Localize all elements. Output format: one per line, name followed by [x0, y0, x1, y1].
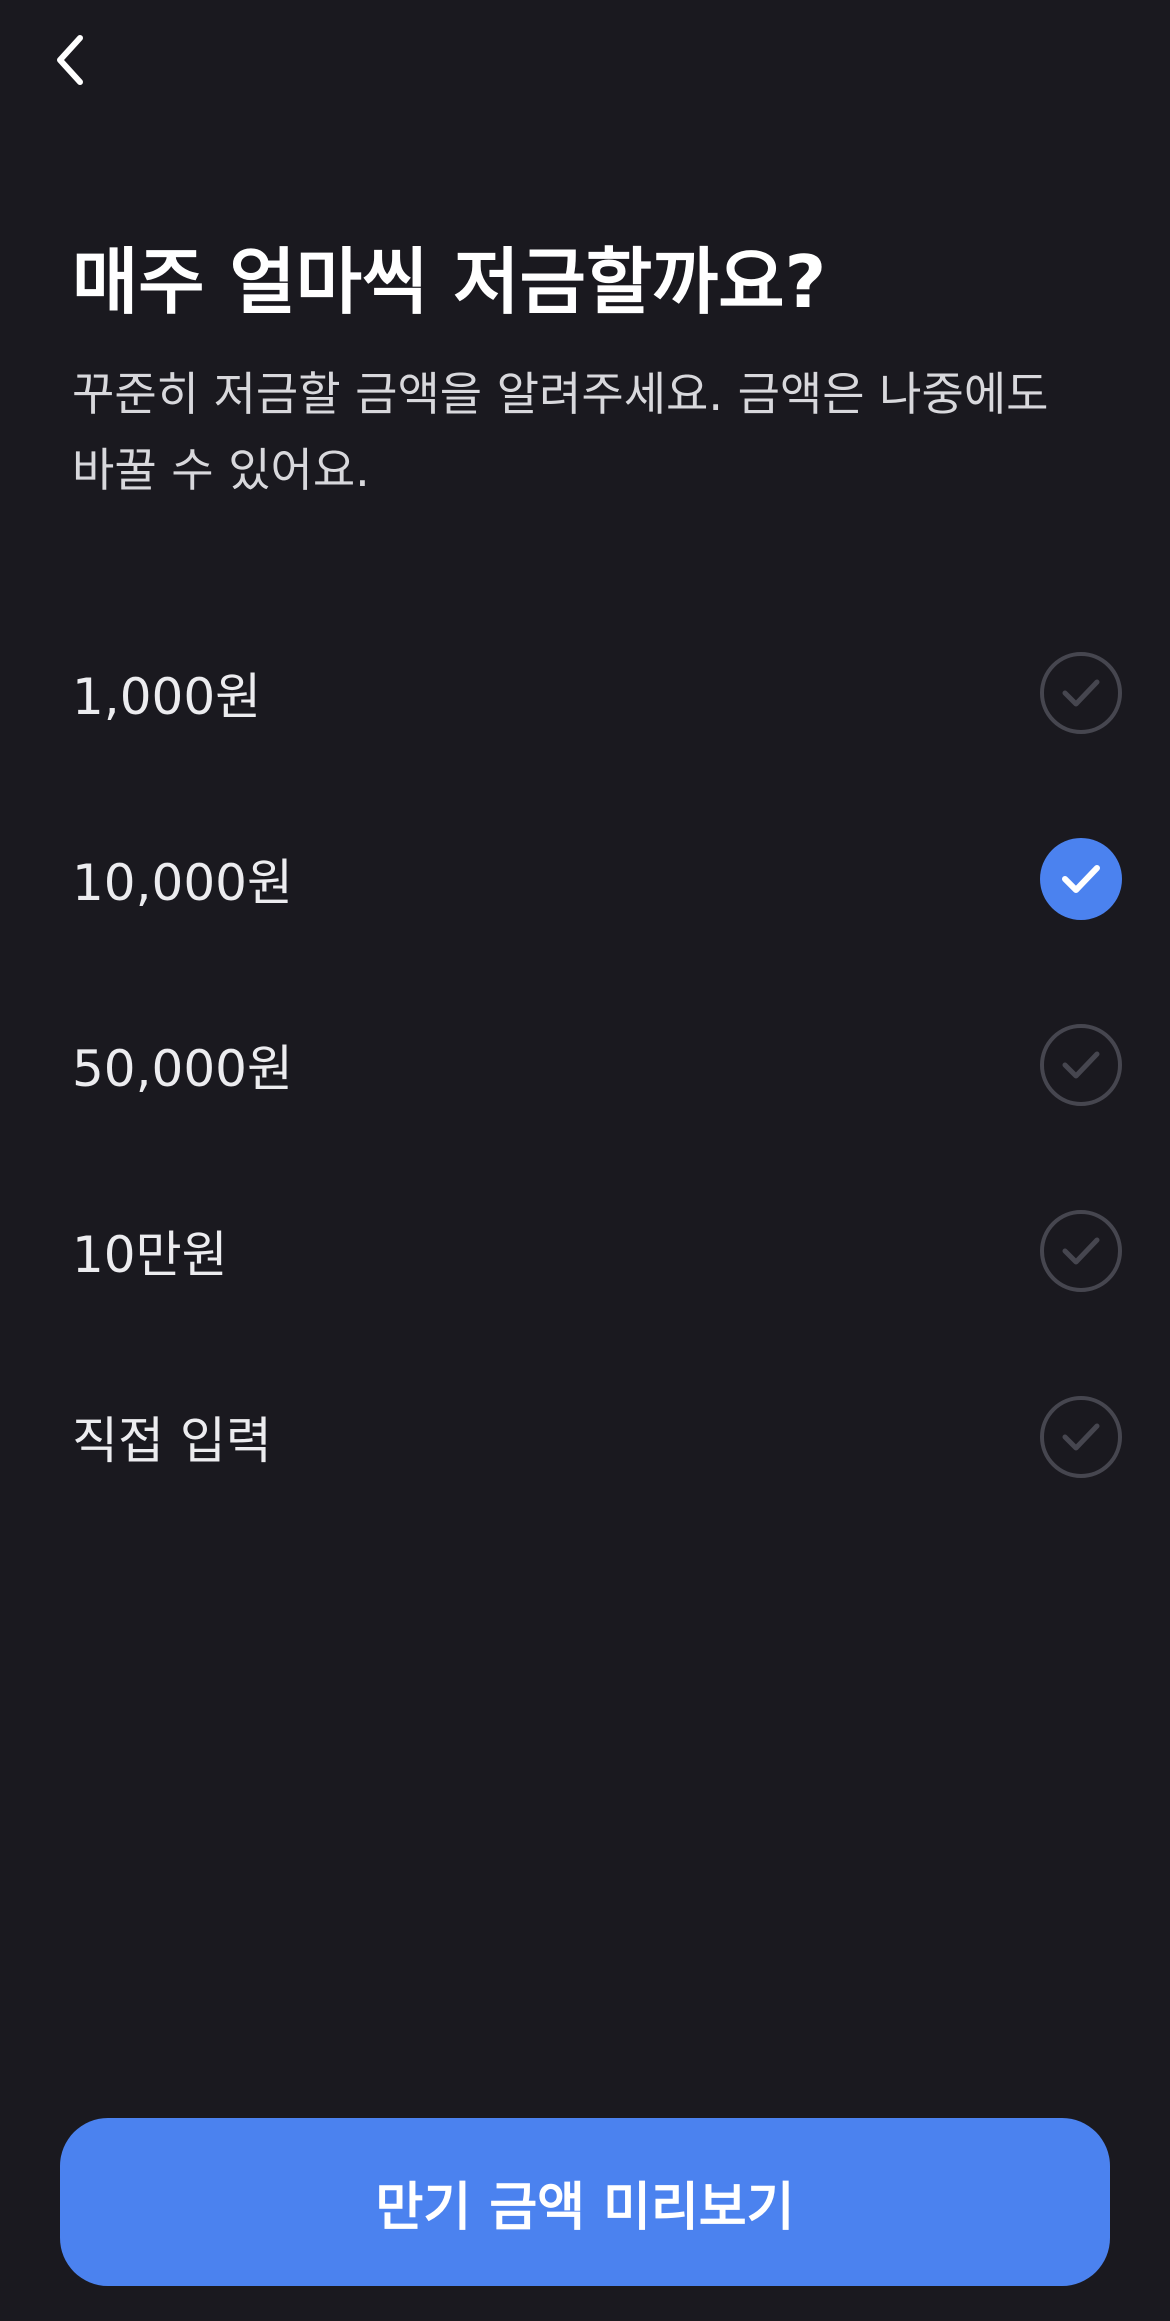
check-circle-icon [1040, 652, 1122, 734]
amount-options-list: 1,000원 10,000원 50,000원 10만원 직접 입력 [0, 600, 1170, 1530]
option-custom-input[interactable]: 직접 입력 [0, 1344, 1170, 1530]
check-circle-icon [1040, 1210, 1122, 1292]
check-circle-icon [1040, 1396, 1122, 1478]
subtitle-line-1: 꾸준히 저금할 금액을 알려주세요. 금액은 나중에도 [72, 367, 1049, 421]
subtitle-line-2: 바꿀 수 있어요. [72, 443, 370, 497]
back-button[interactable] [40, 24, 100, 100]
check-circle-icon [1040, 1024, 1122, 1106]
option-label: 50,000원 [72, 1040, 293, 1098]
option-label: 직접 입력 [72, 1412, 272, 1470]
option-50000[interactable]: 50,000원 [0, 972, 1170, 1158]
page-subtitle: 꾸준히 저금할 금액을 알려주세요. 금액은 나중에도 바꿀 수 있어요. [72, 356, 1102, 508]
cta-label: 만기 금액 미리보기 [375, 2177, 795, 2238]
chevron-left-icon [50, 30, 90, 94]
option-100000[interactable]: 10만원 [0, 1158, 1170, 1344]
option-1000[interactable]: 1,000원 [0, 600, 1170, 786]
option-label: 10만원 [72, 1226, 228, 1284]
check-circle-filled-icon [1040, 838, 1122, 920]
option-10000[interactable]: 10,000원 [0, 786, 1170, 972]
page-title: 매주 얼마씩 저금할까요? [72, 240, 827, 324]
option-label: 10,000원 [72, 854, 293, 912]
preview-maturity-amount-button[interactable]: 만기 금액 미리보기 [60, 2118, 1110, 2286]
option-label: 1,000원 [72, 668, 262, 726]
